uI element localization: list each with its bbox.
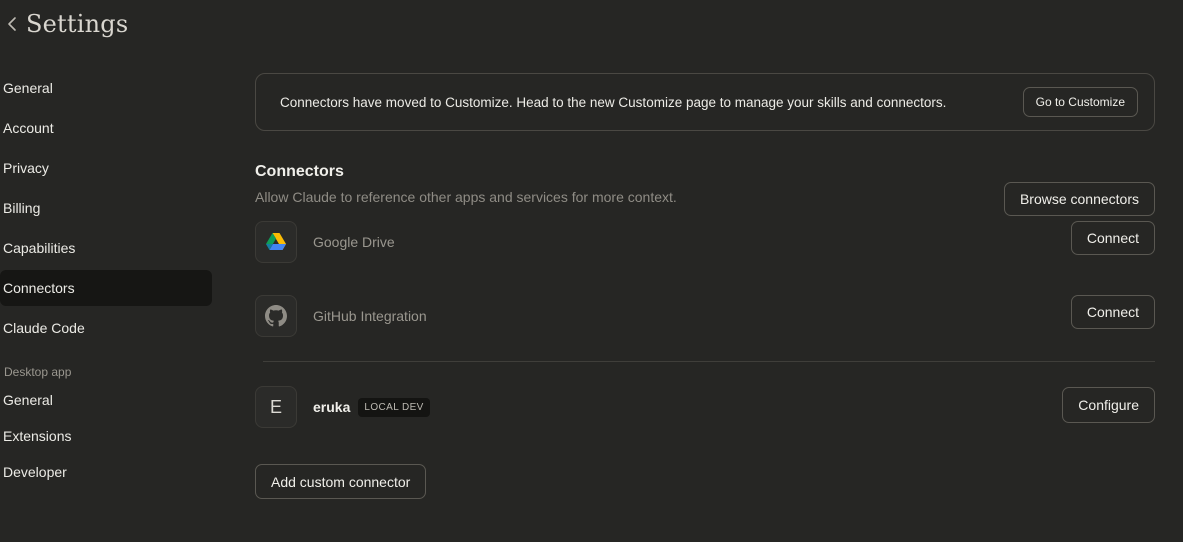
connect-github-button[interactable]: Connect bbox=[1070, 295, 1155, 329]
sidebar-item-privacy[interactable]: Privacy bbox=[0, 150, 212, 186]
sidebar-item-general[interactable]: General bbox=[0, 70, 212, 106]
sidebar-item-desktop-general[interactable]: General bbox=[0, 384, 212, 416]
eruka-letter-icon: E bbox=[255, 386, 297, 428]
eruka-letter: E bbox=[269, 396, 282, 417]
back-chevron-icon[interactable] bbox=[4, 14, 20, 34]
sidebar-item-capabilities[interactable]: Capabilities bbox=[0, 230, 212, 266]
browse-connectors-button[interactable]: Browse connectors bbox=[1003, 182, 1155, 216]
configure-eruka-button[interactable]: Configure bbox=[1062, 387, 1155, 423]
github-icon bbox=[255, 295, 297, 337]
go-to-customize-button[interactable]: Go to Customize bbox=[1022, 87, 1138, 117]
sidebar-item-billing[interactable]: Billing bbox=[0, 190, 212, 226]
connectors-main: Connectors have moved to Customize. Head… bbox=[255, 73, 1155, 499]
local-dev-badge: LOCAL DEV bbox=[358, 397, 430, 417]
customize-banner: Connectors have moved to Customize. Head… bbox=[255, 73, 1155, 131]
connect-google-drive-button[interactable]: Connect bbox=[1070, 221, 1155, 255]
sidebar-item-account[interactable]: Account bbox=[0, 110, 212, 146]
sidebar-item-claude-code[interactable]: Claude Code bbox=[0, 310, 212, 346]
connector-name: eruka bbox=[313, 399, 351, 415]
settings-header: Settings bbox=[0, 0, 128, 48]
connector-row-github: GitHub Integration Connect bbox=[255, 295, 1155, 337]
connector-name: GitHub Integration bbox=[313, 308, 427, 324]
connector-row-eruka: E eruka LOCAL DEV Configure bbox=[255, 386, 1155, 428]
connectors-divider bbox=[263, 361, 1155, 362]
add-custom-connector-button[interactable]: Add custom connector bbox=[255, 464, 427, 499]
banner-text: Connectors have moved to Customize. Head… bbox=[280, 94, 947, 110]
desktop-app-section-label: Desktop app bbox=[4, 365, 72, 379]
sidebar-item-developer[interactable]: Developer bbox=[0, 456, 212, 488]
connectors-title: Connectors bbox=[255, 163, 344, 180]
page-title: Settings bbox=[26, 10, 129, 38]
settings-sidebar: General Account Privacy Billing Capabili… bbox=[0, 70, 212, 492]
connectors-section-header: Connectors Allow Claude to reference oth… bbox=[255, 163, 1155, 216]
connector-row-google-drive: Google Drive Connect bbox=[255, 221, 1155, 263]
sidebar-item-connectors[interactable]: Connectors bbox=[0, 270, 212, 306]
connector-name: Google Drive bbox=[313, 234, 395, 250]
sidebar-item-extensions[interactable]: Extensions bbox=[0, 420, 212, 452]
add-custom-wrapper: Add custom connector bbox=[255, 464, 1155, 499]
google-drive-icon bbox=[255, 221, 297, 263]
